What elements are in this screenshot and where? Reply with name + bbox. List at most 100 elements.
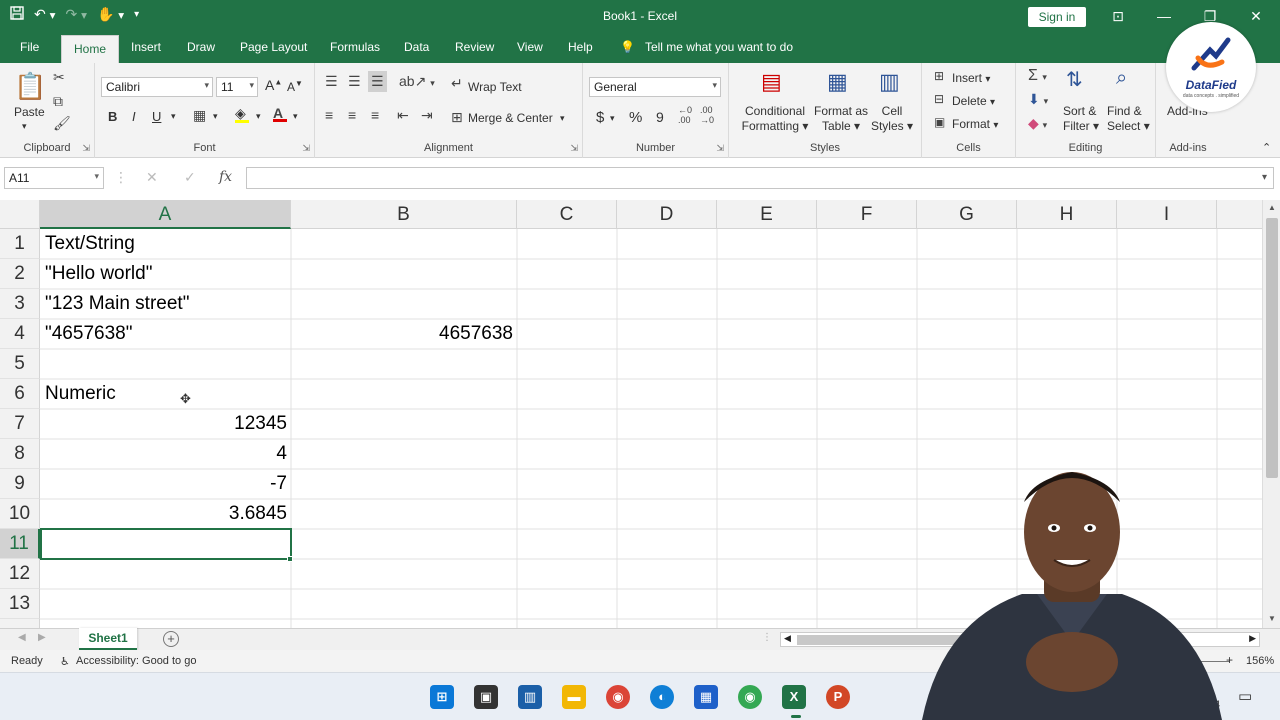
fill-color-dropdown-icon[interactable]: ▾ [256,111,261,122]
zoom-level[interactable]: 156% [1246,655,1274,667]
comma-style-button[interactable]: 9 [656,109,664,125]
font-launcher-icon[interactable]: ⇲ [302,143,310,154]
number-launcher-icon[interactable]: ⇲ [716,143,724,154]
format-painter-icon[interactable]: 🖌 [53,115,71,132]
column-header-c[interactable]: C [517,200,617,229]
decrease-decimal-icon[interactable]: .00 →0 [700,105,714,125]
close-icon[interactable]: ✕ [1244,4,1268,28]
bottom-align-icon[interactable]: ☰ [368,71,387,92]
tab-home[interactable]: Home [61,35,120,63]
enter-icon[interactable]: ✓ [184,169,196,186]
sheet-tab-sheet1[interactable]: Sheet1 [79,628,137,650]
orientation-icon[interactable]: ab↗ ▾ [399,73,435,90]
column-header-g[interactable]: G [917,200,1017,229]
cell-styles-button[interactable]: Cell Styles ▾ [867,104,917,134]
copy-icon[interactable]: ⧉ [53,93,63,110]
windows-start-icon[interactable]: ⊞ [430,685,454,709]
clear-icon[interactable]: ◆ ▾ [1028,115,1047,132]
currency-button[interactable]: $ [596,109,604,126]
tab-review[interactable]: Review [455,40,494,54]
cut-icon[interactable]: ✂ [53,69,65,86]
currency-dropdown-icon[interactable]: ▾ [610,113,615,124]
row-header-6[interactable]: 6 [0,379,40,409]
font-size-combo[interactable]: 11 ▾ [216,77,258,97]
scroll-up-icon[interactable]: ▲ [1263,203,1280,212]
file-explorer-icon[interactable]: ▬ [562,685,586,709]
increase-decimal-icon[interactable]: ←0.00 [678,105,692,125]
tab-page-layout[interactable]: Page Layout [240,40,307,54]
number-format-combo[interactable]: General ▾ [589,77,721,97]
paste-icon[interactable]: 📋 [14,71,46,102]
column-header-a[interactable]: A [40,200,291,229]
scroll-left-icon[interactable]: ◀ [784,633,791,644]
conditional-formatting-button[interactable]: Conditional Formatting ▾ [740,104,810,134]
store-icon[interactable]: ▦ [694,685,718,709]
bold-button[interactable]: B [108,109,117,124]
row-header-9[interactable]: 9 [0,469,40,499]
accessibility-icon[interactable]: ♿ [60,655,70,668]
active-cell-a11[interactable] [40,528,292,560]
select-all-corner[interactable] [0,200,40,229]
ribbon-display-options-icon[interactable]: ⊡ [1106,4,1130,28]
row-header-12[interactable]: 12 [0,559,40,589]
notifications-icon[interactable]: ▭ [1238,687,1252,705]
sort-filter-button[interactable]: Sort & Filter ▾ [1063,104,1099,134]
decrease-font-icon[interactable]: A▼ [287,79,303,94]
cell-a6[interactable]: Numeric [41,379,291,409]
row-header-13[interactable]: 13 [0,589,40,619]
sign-in-button[interactable]: Sign in [1028,7,1086,27]
paste-button[interactable]: Paste [14,105,45,119]
task-view-icon[interactable]: ▣ [474,685,498,709]
underline-dropdown-icon[interactable]: ▾ [171,111,176,122]
sheet-prev-icon[interactable]: ◀ [18,632,26,643]
accessibility-status[interactable]: Accessibility: Good to go [76,655,196,667]
format-as-table-button[interactable]: Format as Table ▾ [811,104,871,134]
column-header-i[interactable]: I [1117,200,1217,229]
tab-formulas[interactable]: Formulas [330,40,380,54]
vertical-scrollbar[interactable]: ▲ ▼ [1262,200,1280,628]
tab-view[interactable]: View [517,40,543,54]
name-box[interactable]: A11 ▾ [4,167,104,189]
cell-b4[interactable]: 4657638 [291,319,517,349]
chrome-profile-icon[interactable]: ◉ [738,685,762,709]
cell-a4[interactable]: "4657638" [41,319,291,349]
collapse-ribbon-icon[interactable]: ⌃ [1262,141,1271,154]
merge-dropdown-icon[interactable]: ▾ [560,113,565,124]
row-header-2[interactable]: 2 [0,259,40,289]
tell-me-search[interactable]: 💡 Tell me what you want to do [620,40,793,54]
insert-function-button[interactable]: fx [219,169,232,185]
cancel-icon[interactable]: ✕ [146,169,158,186]
format-cells-button[interactable]: Format ▾ [952,117,998,131]
paste-dropdown-icon[interactable]: ▾ [22,121,27,132]
cell-a9[interactable]: -7 [41,469,291,499]
tab-file[interactable]: File [20,40,39,54]
row-header-3[interactable]: 3 [0,289,40,319]
column-header-f[interactable]: F [817,200,917,229]
borders-icon[interactable]: ▦ [193,107,206,124]
merge-center-button[interactable]: Merge & Center [468,111,553,125]
italic-button[interactable]: I [132,109,136,124]
wrap-text-button[interactable]: Wrap Text [468,80,522,94]
fill-color-icon[interactable]: ◈ [235,105,249,123]
tab-help[interactable]: Help [568,40,593,54]
middle-align-icon[interactable]: ☰ [348,73,361,90]
expand-formula-bar-icon[interactable]: ▾ [1262,172,1267,183]
increase-font-icon[interactable]: A▲ [265,77,282,93]
cell-a7[interactable]: 12345 [41,409,291,439]
column-header-b[interactable]: B [291,200,517,229]
row-header-14[interactable] [0,619,40,628]
widgets-icon[interactable]: ▥ [518,685,542,709]
minimize-icon[interactable]: — [1152,4,1176,28]
scroll-right-icon[interactable]: ▶ [1249,633,1256,644]
clipboard-launcher-icon[interactable]: ⇲ [82,143,90,154]
top-align-icon[interactable]: ☰ [325,73,338,90]
fill-icon[interactable]: ⬇ ▾ [1028,91,1048,108]
underline-button[interactable]: U [152,109,161,124]
row-header-5[interactable]: 5 [0,349,40,379]
cell-a1[interactable]: Text/String [41,229,291,259]
row-header-10[interactable]: 10 [0,499,40,529]
tab-insert[interactable]: Insert [131,40,161,54]
sheet-next-icon[interactable]: ▶ [38,632,46,643]
tab-data[interactable]: Data [404,40,429,54]
tab-split-icon[interactable]: ⋮ [762,632,772,643]
